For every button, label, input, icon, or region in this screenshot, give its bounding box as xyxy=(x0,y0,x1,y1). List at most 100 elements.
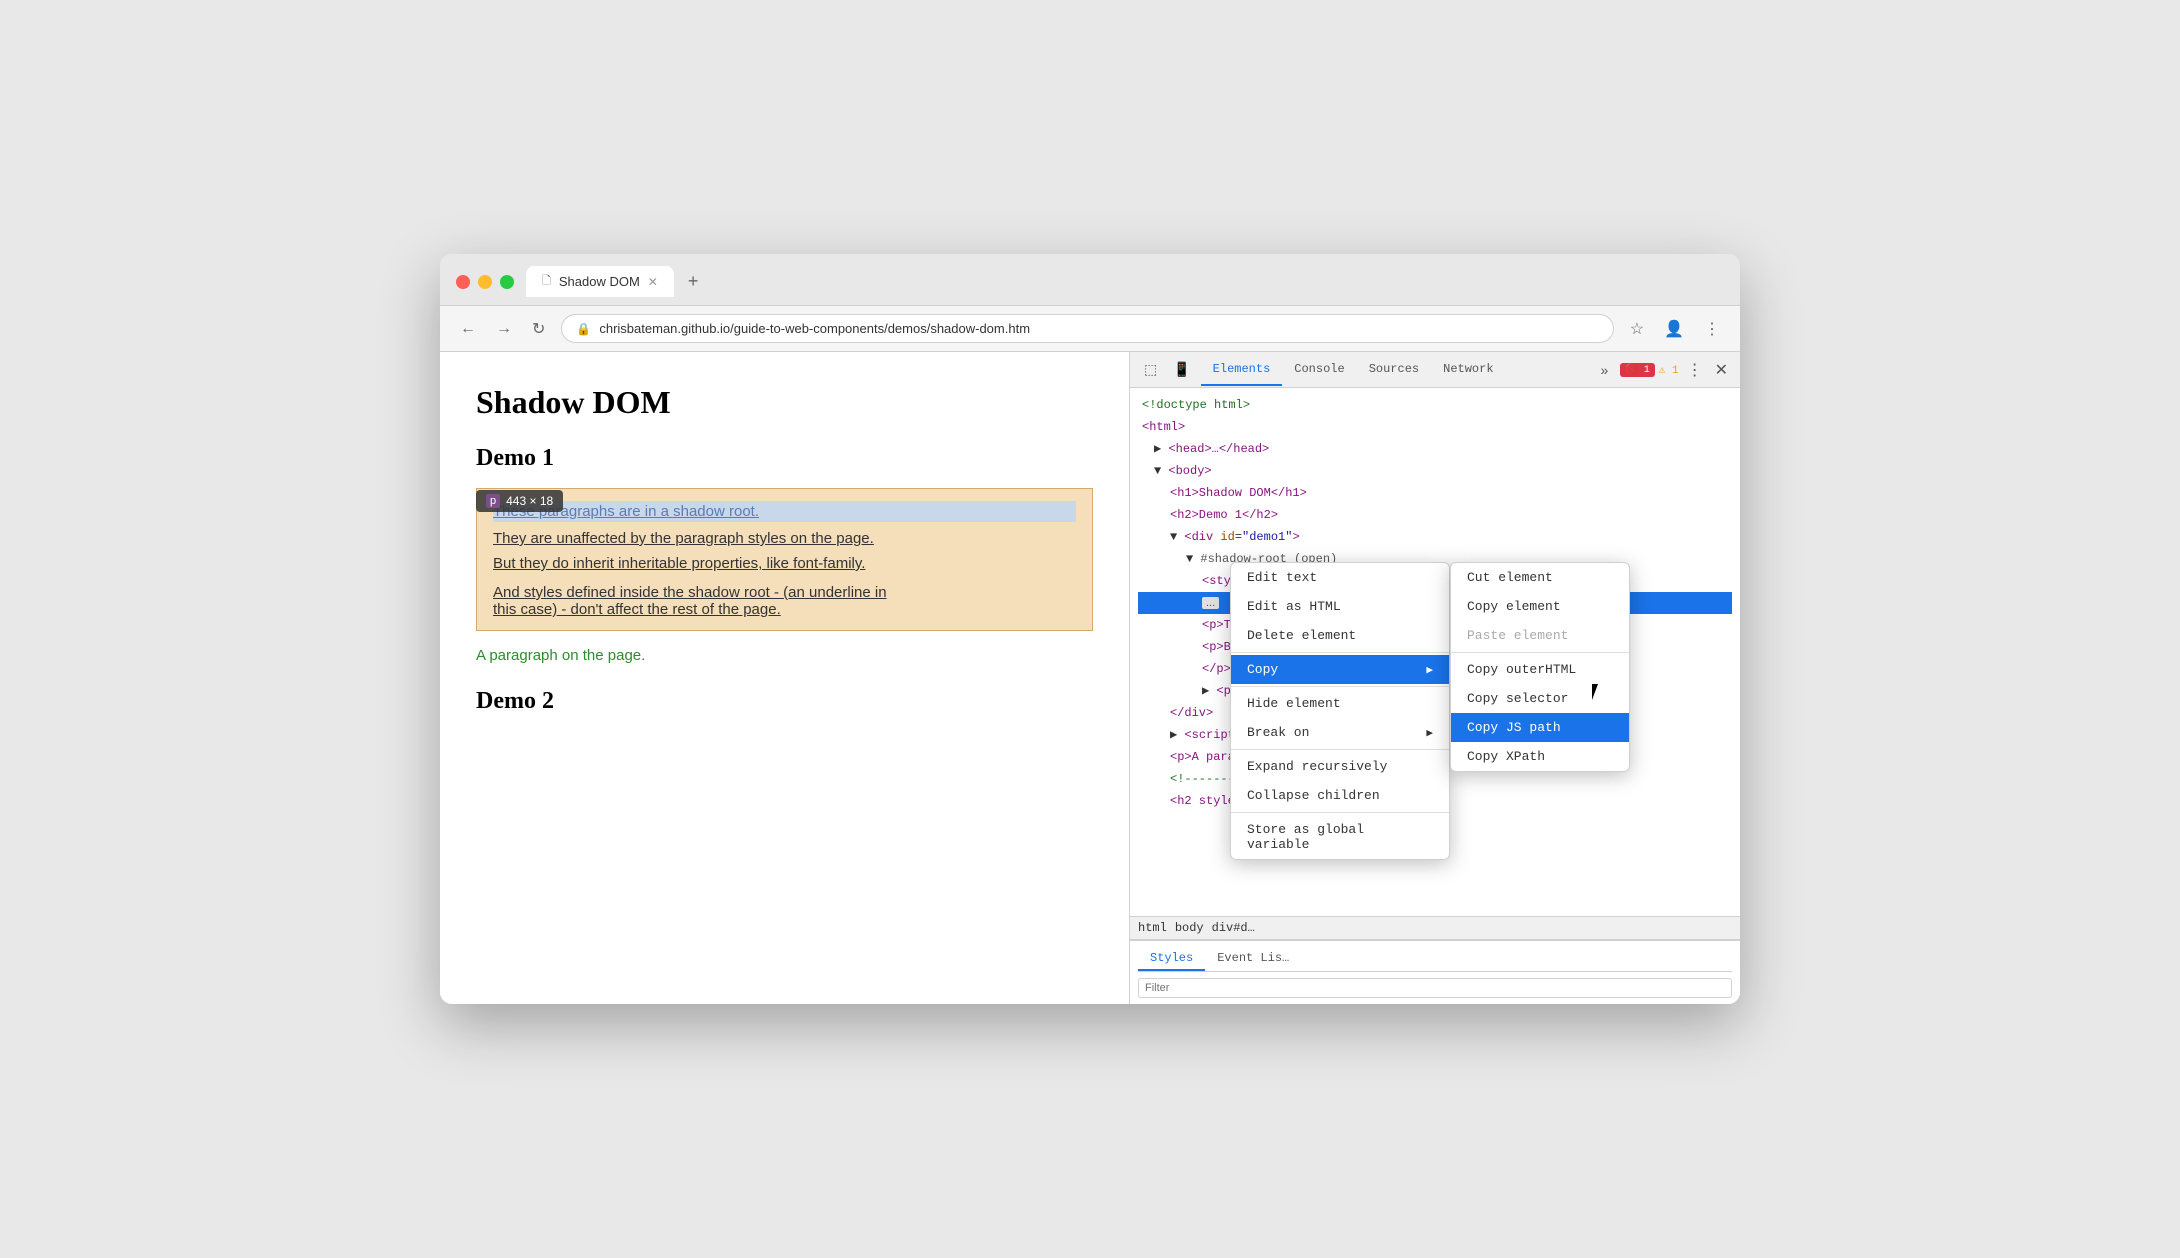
devtools-more-tabs-button[interactable]: » xyxy=(1592,358,1616,382)
forward-button[interactable]: → xyxy=(492,316,516,342)
dom-breadcrumb: html body div#d… xyxy=(1130,916,1740,940)
ellipsis-button[interactable]: ... xyxy=(1202,597,1219,609)
element-tooltip: p 443 × 18 xyxy=(476,490,563,512)
context-menu-separator xyxy=(1231,686,1449,687)
shadow-para-4: And styles defined inside the shadow roo… xyxy=(493,584,1076,618)
tab-sources[interactable]: Sources xyxy=(1357,354,1431,386)
page-content: Shadow DOM Demo 1 p 443 × 18 These parag… xyxy=(440,352,1129,1004)
demo1-title: Demo 1 xyxy=(476,445,1093,472)
profile-button[interactable]: 👤 xyxy=(1660,315,1688,343)
address-input[interactable]: 🔒 chrisbateman.github.io/guide-to-web-co… xyxy=(561,314,1613,343)
tab-title: Shadow DOM xyxy=(559,274,640,289)
error-count-badge: 🚫 1 xyxy=(1620,363,1654,377)
submenu-separator xyxy=(1451,652,1629,653)
page-title: Shadow DOM xyxy=(476,384,1093,421)
green-paragraph: A paragraph on the page. xyxy=(476,647,1093,664)
devtools-tabs: Elements Console Sources Network xyxy=(1201,354,1589,386)
context-menu-edit-html-label: Edit as HTML xyxy=(1247,599,1341,614)
inspect-element-button[interactable]: ⬚ xyxy=(1138,357,1163,382)
context-menu-hide[interactable]: Hide element xyxy=(1231,689,1449,718)
context-menu-copy-label: Copy xyxy=(1247,662,1278,677)
tab-elements[interactable]: Elements xyxy=(1201,354,1283,386)
submenu-copy-js-path[interactable]: Copy JS path xyxy=(1451,713,1629,742)
breadcrumb-body[interactable]: body xyxy=(1175,921,1204,935)
context-menu-expand-label: Expand recursively xyxy=(1247,759,1387,774)
submenu-paste-element: Paste element xyxy=(1451,621,1629,650)
context-menu-edit-html[interactable]: Edit as HTML xyxy=(1231,592,1449,621)
dom-line[interactable]: <h1>Shadow DOM</h1> xyxy=(1138,482,1732,504)
main-area: Shadow DOM Demo 1 p 443 × 18 These parag… xyxy=(440,352,1740,1004)
traffic-lights xyxy=(456,275,514,289)
dom-line[interactable]: <html> xyxy=(1138,416,1732,438)
devtools-panel: ⬚ 📱 Elements Console Sources Network » 🚫… xyxy=(1129,352,1740,1004)
bookmark-button[interactable]: ☆ xyxy=(1626,315,1648,343)
back-button[interactable]: ← xyxy=(456,316,480,342)
copy-submenu: Cut element Copy element Paste element C… xyxy=(1450,562,1630,772)
context-menu-collapse-label: Collapse children xyxy=(1247,788,1380,803)
shadow-dom-box: These paragraphs are in a shadow root. T… xyxy=(476,488,1093,631)
tab-console[interactable]: Console xyxy=(1282,354,1356,386)
tab-network[interactable]: Network xyxy=(1431,354,1505,386)
breadcrumb-html[interactable]: html xyxy=(1138,921,1167,935)
context-menu-collapse[interactable]: Collapse children xyxy=(1231,781,1449,810)
browser-menu-button[interactable]: ⋮ xyxy=(1700,315,1724,343)
context-menu-separator xyxy=(1231,812,1449,813)
dom-line[interactable]: <h2>Demo 1</h2> xyxy=(1138,504,1732,526)
browser-tab[interactable]: 🗋 Shadow DOM ✕ xyxy=(526,266,674,297)
submenu-copy-outerhtml[interactable]: Copy outerHTML xyxy=(1451,655,1629,684)
dom-line[interactable]: ▼ <div id="demo1"> xyxy=(1138,526,1732,548)
styles-filter-input[interactable] xyxy=(1138,978,1732,998)
close-traffic-light[interactable] xyxy=(456,275,470,289)
styles-panel: Styles Event Lis… xyxy=(1130,940,1740,1004)
tab-bar: 🗋 Shadow DOM ✕ + xyxy=(526,266,1724,297)
context-menu-hide-label: Hide element xyxy=(1247,696,1341,711)
tab-icon: 🗋 xyxy=(542,272,551,291)
submenu-copy-xpath[interactable]: Copy XPath xyxy=(1451,742,1629,771)
context-menu-separator xyxy=(1231,652,1449,653)
shadow-para-2: They are unaffected by the paragraph sty… xyxy=(493,530,1076,547)
tooltip-size: 443 × 18 xyxy=(506,494,553,508)
shadow-para-1: These paragraphs are in a shadow root. xyxy=(493,501,1076,522)
dom-line[interactable]: <!doctype html> xyxy=(1138,394,1732,416)
dom-line[interactable]: ▼ <body> xyxy=(1138,460,1732,482)
url-text: chrisbateman.github.io/guide-to-web-comp… xyxy=(599,321,1030,336)
demo2-title: Demo 2 xyxy=(476,688,1093,715)
submenu-cut-element[interactable]: Cut element xyxy=(1451,563,1629,592)
lock-icon: 🔒 xyxy=(576,322,591,336)
shadow-para-4-line2: this case) - don't affect the rest of th… xyxy=(493,601,781,618)
context-menu-delete-label: Delete element xyxy=(1247,628,1356,643)
devtools-toolbar: ⬚ 📱 Elements Console Sources Network » 🚫… xyxy=(1130,352,1740,388)
breadcrumb-div[interactable]: div#d… xyxy=(1212,921,1255,935)
devtools-close-button[interactable]: ✕ xyxy=(1711,356,1732,384)
dom-line[interactable]: ▶ <head>…</head> xyxy=(1138,438,1732,460)
tab-styles[interactable]: Styles xyxy=(1138,947,1205,971)
reload-button[interactable]: ↻ xyxy=(528,315,549,343)
new-tab-button[interactable]: + xyxy=(682,269,705,294)
devtools-settings-button[interactable]: ⋮ xyxy=(1683,356,1707,384)
context-menu-expand[interactable]: Expand recursively xyxy=(1231,752,1449,781)
context-menu-edit-text[interactable]: Edit text xyxy=(1231,563,1449,592)
context-menu-store-global-label: Store as global variable xyxy=(1247,822,1433,852)
shadow-para-4-line1: And styles defined inside the shadow roo… xyxy=(493,584,887,601)
context-menu-store-global[interactable]: Store as global variable xyxy=(1231,815,1449,859)
tab-close-button[interactable]: ✕ xyxy=(648,275,658,289)
minimize-traffic-light[interactable] xyxy=(478,275,492,289)
submenu-copy-element[interactable]: Copy element xyxy=(1451,592,1629,621)
device-toolbar-button[interactable]: 📱 xyxy=(1167,357,1196,382)
tab-event-listeners[interactable]: Event Lis… xyxy=(1205,947,1301,971)
context-menu-break-on-label: Break on xyxy=(1247,725,1309,740)
browser-window: 🗋 Shadow DOM ✕ + ← → ↻ 🔒 chrisbateman.gi… xyxy=(440,254,1740,1004)
submenu-arrow-icon: ▶ xyxy=(1426,663,1433,677)
context-menu: Edit text Edit as HTML Delete element Co… xyxy=(1230,562,1450,860)
context-menu-separator xyxy=(1231,749,1449,750)
context-menu-copy[interactable]: Copy ▶ xyxy=(1231,655,1449,684)
context-menu-edit-text-label: Edit text xyxy=(1247,570,1317,585)
context-menu-break-on[interactable]: Break on ▶ xyxy=(1231,718,1449,747)
submenu-copy-selector[interactable]: Copy selector xyxy=(1451,684,1629,713)
title-bar: 🗋 Shadow DOM ✕ + xyxy=(440,254,1740,306)
address-bar: ← → ↻ 🔒 chrisbateman.github.io/guide-to-… xyxy=(440,306,1740,352)
shadow-para-3: But they do inherit inheritable properti… xyxy=(493,555,1076,572)
styles-tabs: Styles Event Lis… xyxy=(1138,947,1732,972)
maximize-traffic-light[interactable] xyxy=(500,275,514,289)
context-menu-delete[interactable]: Delete element xyxy=(1231,621,1449,650)
